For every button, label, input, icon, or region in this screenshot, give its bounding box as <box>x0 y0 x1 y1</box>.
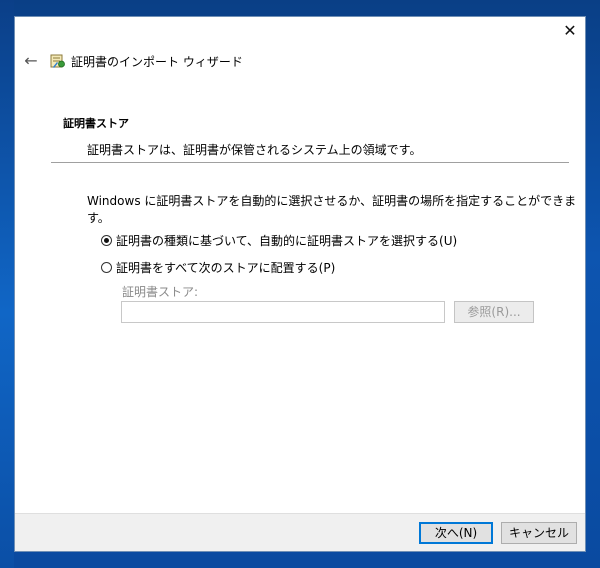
header-divider <box>51 162 569 163</box>
browse-button[interactable]: 参照(R)... <box>454 301 534 323</box>
desktop-background <box>0 0 14 568</box>
instruction-text: Windows に証明書ストアを自動的に選択させるか、証明書の場所を指定すること… <box>87 194 577 225</box>
store-input[interactable] <box>121 301 445 323</box>
radio-auto-select[interactable]: 証明書の種類に基づいて、自動的に証明書ストアを選択する(U) <box>101 232 457 249</box>
certificate-import-wizard-window: ✕ ← 証明書のインポート ウィザード 証明書ストア 証明書ストアは、証明書が保… <box>14 16 586 552</box>
back-arrow-icon: ← <box>24 51 38 70</box>
radio-manual-indicator[interactable] <box>101 262 112 273</box>
radio-auto-indicator[interactable] <box>101 235 112 246</box>
cancel-button[interactable]: キャンセル <box>501 522 577 544</box>
next-button[interactable]: 次へ(N) <box>419 522 493 544</box>
section-description: 証明書ストアは、証明書が保管されるシステム上の領域です。 <box>87 143 422 157</box>
window-title: 証明書のインポート ウィザード <box>71 55 243 69</box>
close-button[interactable]: ✕ <box>557 19 583 43</box>
store-label: 証明書ストア: <box>122 285 199 299</box>
close-icon: ✕ <box>563 21 577 40</box>
radio-auto-label: 証明書の種類に基づいて、自動的に証明書ストアを選択する(U) <box>116 234 458 248</box>
radio-manual-place[interactable]: 証明書をすべて次のストアに配置する(P) <box>101 259 335 276</box>
section-heading: 証明書ストア <box>63 117 129 130</box>
back-button[interactable]: ← <box>21 51 41 71</box>
certificate-icon <box>50 54 65 68</box>
radio-manual-label: 証明書をすべて次のストアに配置する(P) <box>116 261 336 275</box>
wizard-footer: 次へ(N) キャンセル <box>15 513 585 551</box>
